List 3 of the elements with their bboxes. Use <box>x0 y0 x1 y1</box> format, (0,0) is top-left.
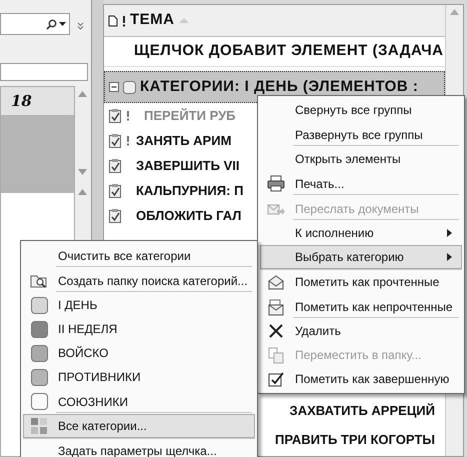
column-title: ТЕМА <box>130 10 174 30</box>
day-header: 18 <box>1 87 74 115</box>
group-label: КАТЕГОРИИ: I ДЕНЬ (ЭЛЕМЕНТОВ : <box>140 76 418 97</box>
